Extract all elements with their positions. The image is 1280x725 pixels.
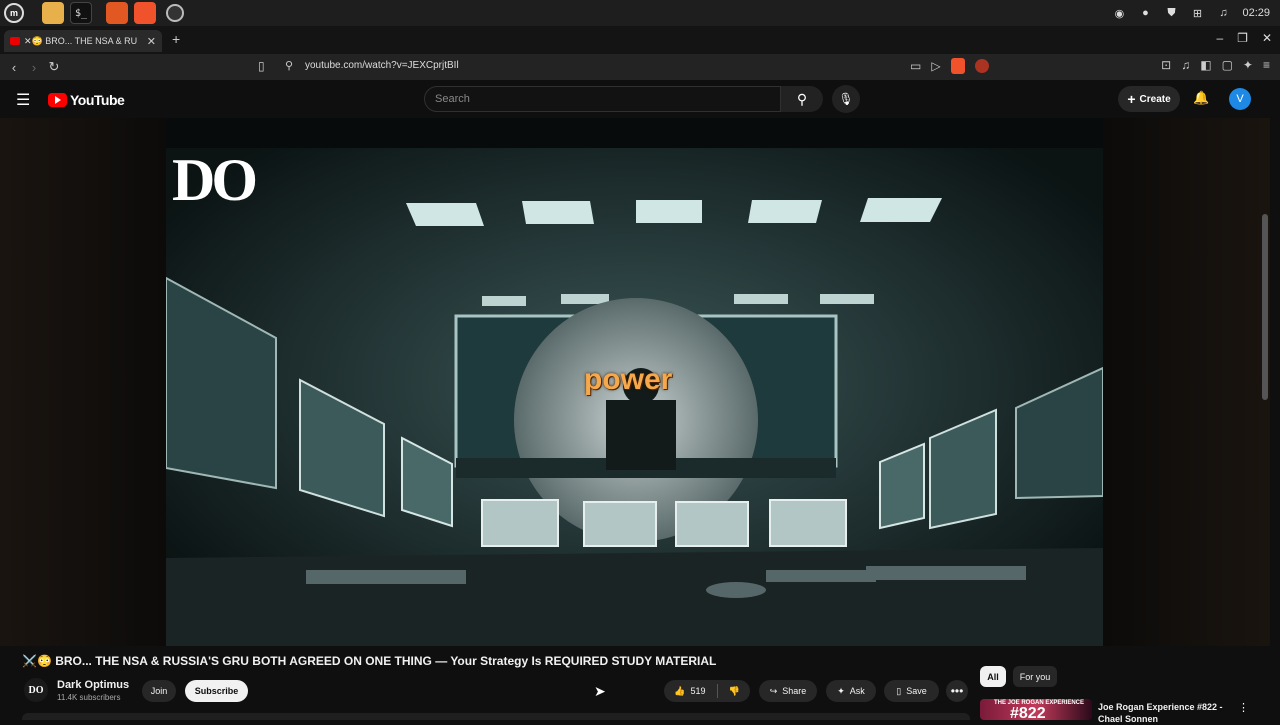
more-actions-button[interactable]: ••• bbox=[946, 680, 968, 702]
thumbs-down-icon[interactable]: 👎 bbox=[729, 686, 740, 697]
hamburger-menu-icon[interactable]: ☰ bbox=[16, 90, 30, 110]
leo-ai-icon[interactable]: ✦ bbox=[1243, 58, 1253, 72]
subscriber-count: 11.4K subscribers bbox=[57, 693, 121, 702]
shield-icon[interactable]: ⛊ bbox=[1164, 6, 1178, 20]
os-taskbar: m $_ ◉ ● ⛊ ⊞ ♫ 02:29 bbox=[0, 0, 1280, 26]
create-label: Create bbox=[1139, 93, 1171, 105]
caption-word: power bbox=[584, 363, 673, 396]
channel-avatar[interactable]: DO bbox=[24, 678, 48, 702]
channel-watermark-logo: DO bbox=[172, 147, 258, 213]
video-player[interactable]: DO power bbox=[166, 118, 1103, 646]
minimize-icon[interactable]: – bbox=[1216, 31, 1223, 45]
address-bar-row: ‹ › ↻ ▯ ⚲ youtube.com/watch?v=JEXCprjtBI… bbox=[0, 54, 1280, 80]
new-tab-icon[interactable]: + bbox=[172, 31, 180, 47]
reload-icon[interactable]: ↻ bbox=[44, 59, 64, 75]
sparkle-icon: ✦ bbox=[837, 685, 845, 696]
music-icon[interactable]: ♫ bbox=[1216, 6, 1230, 20]
bookmark-icon[interactable]: ▯ bbox=[258, 59, 265, 73]
share-label: Share bbox=[782, 686, 807, 696]
video-title: ⚔️😳 BRO... THE NSA & RUSSIA'S GRU BOTH A… bbox=[22, 654, 717, 668]
maximize-icon[interactable]: ❐ bbox=[1237, 31, 1248, 45]
plus-icon: + bbox=[1127, 91, 1136, 107]
chip-for-you[interactable]: For you bbox=[1013, 666, 1057, 687]
record-icon[interactable]: ● bbox=[1138, 6, 1152, 20]
share-icon: ↪ bbox=[769, 685, 778, 696]
url-field[interactable]: youtube.com/watch?v=JEXCprjtBIl bbox=[305, 60, 459, 71]
terminal-icon[interactable]: $_ bbox=[70, 2, 92, 24]
brave-shields-icon[interactable] bbox=[950, 58, 965, 74]
rec-video-title[interactable]: Joe Rogan Experience #822 - Chael Sonnen bbox=[1098, 701, 1228, 725]
close-tab-icon[interactable]: ✕ bbox=[147, 35, 156, 48]
address-actions: ▭ ▷ bbox=[910, 58, 989, 74]
divider bbox=[716, 684, 718, 698]
firefox-icon[interactable] bbox=[106, 2, 128, 24]
browser-tab-strip: ✕😳 BRO... THE NSA & RU ✕ + – ❐ ✕ bbox=[0, 26, 1280, 54]
clock[interactable]: 02:29 bbox=[1242, 7, 1270, 19]
send-icon[interactable]: ▷ bbox=[931, 59, 940, 73]
more-horizontal-icon: ••• bbox=[950, 684, 964, 698]
like-dislike-group: 👍 519 👎 bbox=[664, 680, 750, 702]
close-window-icon[interactable]: ✕ bbox=[1262, 31, 1272, 45]
ask-button[interactable]: ✦ Ask bbox=[826, 680, 876, 702]
forward-icon[interactable]: › bbox=[24, 60, 44, 75]
page-scrollbar[interactable] bbox=[1262, 214, 1268, 400]
notifications-bell-icon[interactable]: 🔔 bbox=[1193, 90, 1209, 106]
search-icon: ⚲ bbox=[796, 90, 808, 107]
save-button[interactable]: ▯ Save bbox=[884, 680, 939, 702]
mint-menu-icon[interactable]: m bbox=[4, 3, 24, 23]
back-icon[interactable]: ‹ bbox=[4, 60, 24, 75]
browser-tab-youtube[interactable]: ✕😳 BRO... THE NSA & RU ✕ bbox=[4, 30, 162, 52]
toolbar-right: ⊡ ♫ ◧ ▢ ✦ ≡ bbox=[1161, 58, 1270, 72]
sidebar-toggle-icon[interactable]: ◧ bbox=[1200, 58, 1211, 72]
system-tray: ◉ ● ⛊ ⊞ ♫ 02:29 bbox=[1112, 0, 1270, 26]
save-label: Save bbox=[906, 686, 927, 696]
brave-rewards-icon[interactable] bbox=[974, 59, 989, 73]
share-button[interactable]: ↪ Share bbox=[759, 680, 817, 702]
search-button[interactable]: ⚲ bbox=[781, 86, 823, 112]
cast-icon[interactable]: ▭ bbox=[910, 59, 921, 73]
search-input[interactable]: Search bbox=[424, 86, 781, 112]
tab-title: ✕😳 BRO... THE NSA & RU bbox=[24, 35, 138, 46]
window-controls: – ❐ ✕ bbox=[1216, 31, 1272, 45]
screenshot-icon[interactable]: ⊡ bbox=[1161, 58, 1171, 72]
obs-icon[interactable]: ◉ bbox=[1112, 6, 1126, 20]
media-icon[interactable]: ♫ bbox=[1181, 58, 1190, 72]
mouse-cursor-icon: ➤ bbox=[594, 683, 606, 699]
subscribe-button[interactable]: Subscribe bbox=[185, 680, 248, 702]
create-button[interactable]: + Create bbox=[1118, 86, 1180, 112]
channel-name[interactable]: Dark Optimus bbox=[57, 679, 129, 691]
site-info-icon[interactable]: ⚲ bbox=[285, 59, 293, 72]
description-box-edge bbox=[22, 713, 970, 720]
youtube-header: ☰ YouTube Search ⚲ 🎙 + Create 🔔 V bbox=[0, 80, 1280, 118]
bookmark-save-icon: ▯ bbox=[896, 685, 902, 696]
rec-more-icon[interactable]: ⋮ bbox=[1238, 701, 1249, 714]
chip-all[interactable]: All bbox=[980, 666, 1006, 687]
like-button[interactable]: 👍 519 bbox=[674, 686, 705, 697]
wallet-icon[interactable]: ▢ bbox=[1222, 58, 1233, 72]
microphone-icon: 🎙 bbox=[838, 92, 854, 106]
youtube-logo[interactable]: YouTube bbox=[48, 92, 125, 108]
file-manager-icon[interactable] bbox=[42, 2, 64, 24]
thumbs-up-icon: 👍 bbox=[674, 685, 686, 696]
join-button[interactable]: Join bbox=[142, 680, 176, 702]
rec-video-thumbnail[interactable]: THE JOE ROGAN EXPERIENCE #822 bbox=[980, 699, 1092, 720]
youtube-play-icon bbox=[48, 93, 67, 107]
youtube-favicon-icon bbox=[10, 37, 20, 45]
like-count: 519 bbox=[690, 686, 706, 696]
voice-search-button[interactable]: 🎙 bbox=[832, 85, 860, 113]
brave-icon[interactable] bbox=[134, 2, 156, 24]
video-player-area: DO power bbox=[0, 118, 1270, 646]
rec-thumb-number: #822 bbox=[1010, 705, 1046, 720]
ask-label: Ask bbox=[849, 686, 865, 696]
youtube-wordmark: YouTube bbox=[70, 92, 125, 108]
network-icon[interactable]: ⊞ bbox=[1190, 6, 1204, 20]
account-avatar[interactable]: V bbox=[1229, 88, 1251, 110]
chromium-icon[interactable] bbox=[166, 4, 184, 22]
browser-menu-icon[interactable]: ≡ bbox=[1263, 58, 1270, 72]
